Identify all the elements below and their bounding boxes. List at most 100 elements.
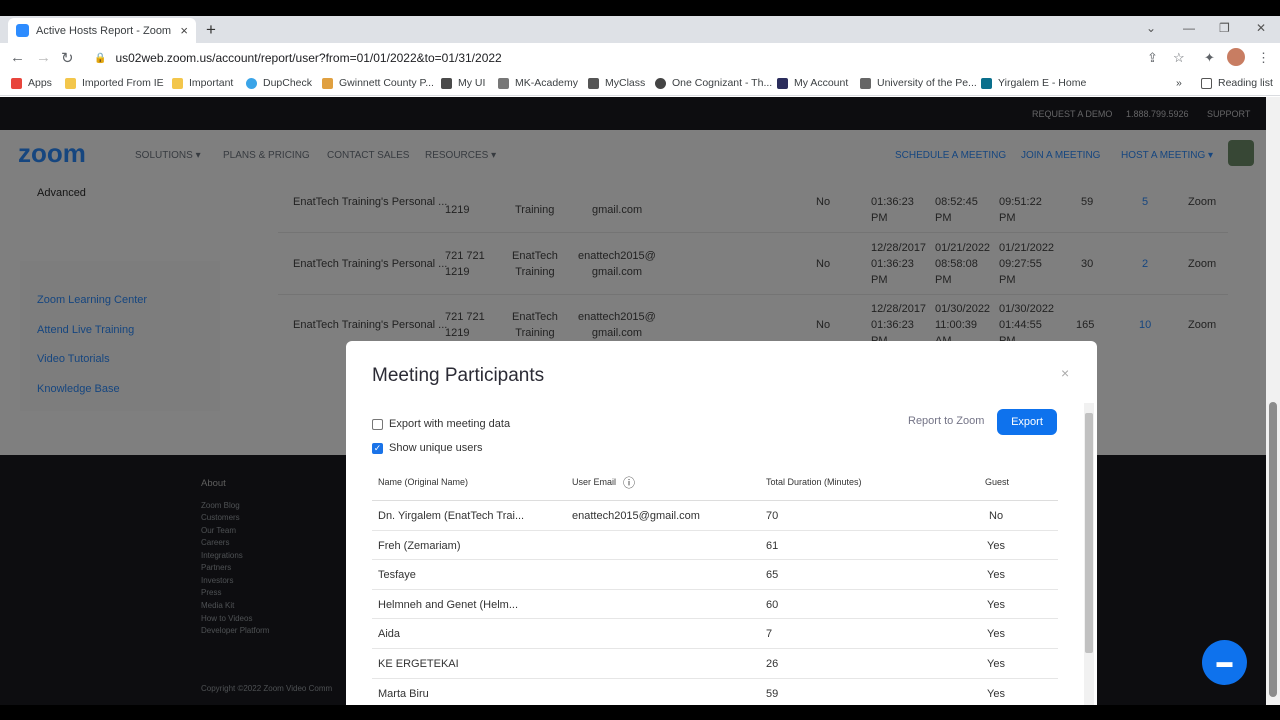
participant-name: Helmneh and Genet (Helm...	[378, 598, 519, 611]
reading-list-icon	[1201, 77, 1212, 89]
participant-name: Tesfaye	[378, 569, 416, 582]
tab-search-icon[interactable]: ⌄	[1146, 21, 1156, 35]
extensions-icon[interactable]: ✦	[1204, 50, 1215, 66]
col-name[interactable]: Name (Original Name)	[378, 477, 468, 487]
table-row: Tesfaye 65 Yes	[372, 560, 1058, 590]
reload-icon[interactable]: ↻	[61, 49, 74, 67]
bookmark-item[interactable]: Important	[172, 77, 233, 89]
url-text: us02web.zoom.us/account/report/user?from…	[115, 51, 502, 65]
participant-guest: No	[989, 510, 1004, 522]
folder-icon	[65, 77, 76, 89]
info-icon[interactable]: ⓘ	[623, 474, 635, 491]
page-scrollbar-thumb[interactable]	[1269, 402, 1277, 697]
table-row: Marta Biru 59 Yes	[372, 679, 1058, 705]
tab-title: Active Hosts Report - Zoom	[36, 24, 172, 37]
bookmark-item[interactable]: Yirgalem E - Home	[981, 77, 1086, 89]
participant-email: enattech2015@gmail.com	[572, 510, 700, 522]
apps-grid-icon	[11, 77, 22, 89]
bookmark-item[interactable]: Gwinnett County P...	[322, 77, 434, 89]
checkbox-unchecked[interactable]	[372, 418, 383, 430]
site-icon	[981, 77, 992, 89]
participant-name: Aida	[378, 628, 401, 641]
participant-guest: Yes	[987, 598, 1005, 611]
participant-duration: 26	[766, 658, 779, 670]
site-icon	[441, 77, 452, 89]
share-icon[interactable]: ⇪	[1147, 50, 1158, 66]
participant-name: Dn. Yirgalem (EnatTech Trai...	[378, 510, 525, 522]
bookmark-item[interactable]: MK-Academy	[498, 77, 578, 89]
tab-active-hosts-report[interactable]: Active Hosts Report - Zoom ×	[8, 18, 196, 43]
bookmark-item[interactable]: One Cognizant - Th...	[655, 77, 772, 89]
site-icon	[498, 77, 509, 89]
col-guest[interactable]: Guest	[985, 477, 1009, 487]
restore-icon[interactable]: ❐	[1219, 21, 1230, 35]
table-row: KE ERGETEKAI 26 Yes	[372, 649, 1058, 679]
close-icon[interactable]: ×	[1061, 365, 1069, 381]
participant-guest: Yes	[987, 628, 1005, 641]
page-scrollbar[interactable]	[1266, 97, 1280, 705]
bookmark-item[interactable]: Apps	[11, 77, 52, 89]
bookmark-item[interactable]: Imported From IE	[65, 77, 164, 89]
address-bar: ← → ↻ 🔒 us02web.zoom.us/account/report/u…	[0, 43, 1280, 72]
participant-guest: Yes	[987, 569, 1005, 582]
more-bookmarks-button[interactable]: »	[1176, 77, 1182, 89]
menu-icon[interactable]: ⋮	[1257, 50, 1270, 66]
site-icon	[777, 77, 788, 89]
report-to-zoom-link[interactable]: Report to Zoom	[908, 415, 984, 427]
site-icon	[322, 77, 333, 89]
export-with-meeting-checkbox[interactable]: Export with meeting data	[372, 418, 510, 430]
bookmark-star-icon[interactable]: ☆	[1173, 50, 1185, 66]
participant-duration: 61	[766, 539, 779, 552]
folder-icon	[172, 77, 183, 89]
export-button[interactable]: Export	[997, 409, 1057, 435]
profile-avatar[interactable]	[1227, 48, 1245, 66]
table-row: Aida 7 Yes	[372, 619, 1058, 649]
forward-icon[interactable]: →	[36, 49, 51, 66]
url-field[interactable]: 🔒 us02web.zoom.us/account/report/user?fr…	[88, 46, 1188, 70]
dialog-title: Meeting Participants	[372, 365, 545, 386]
chat-bubble-button[interactable]: ▬	[1202, 640, 1247, 685]
participant-guest: Yes	[987, 658, 1005, 670]
bookmark-item[interactable]: My Account	[777, 77, 848, 89]
back-icon[interactable]: ←	[10, 49, 25, 66]
table-row: Dn. Yirgalem (EnatTech Trai... enattech2…	[372, 501, 1058, 531]
show-unique-users-checkbox[interactable]: ✓ Show unique users	[372, 442, 483, 454]
site-icon	[860, 77, 871, 89]
col-duration[interactable]: Total Duration (Minutes)	[766, 477, 862, 487]
dialog-scrollbar-thumb[interactable]	[1085, 413, 1093, 653]
participant-duration: 7	[766, 628, 773, 641]
meeting-participants-dialog: Meeting Participants × Export with meeti…	[346, 341, 1097, 705]
table-header: Name (Original Name) User Email ⓘ Total …	[372, 467, 1058, 501]
dialog-scrollbar[interactable]	[1084, 403, 1094, 705]
participant-guest: Yes	[987, 539, 1005, 552]
site-icon	[246, 77, 257, 89]
table-row: Freh (Zemariam) 61 Yes	[372, 531, 1058, 561]
checkbox-checked[interactable]: ✓	[372, 442, 383, 454]
reading-list-button[interactable]: Reading list	[1201, 77, 1273, 89]
minimize-icon[interactable]: —	[1183, 21, 1195, 35]
chat-icon: ▬	[1216, 653, 1233, 671]
participant-name: KE ERGETEKAI	[378, 658, 459, 670]
bookmark-item[interactable]: MyClass	[588, 77, 645, 89]
bookmark-item[interactable]: DupCheck	[246, 77, 312, 89]
col-email[interactable]: User Email	[572, 477, 616, 487]
bookmark-item[interactable]: My UI	[441, 77, 485, 89]
table-row: Helmneh and Genet (Helm... 60 Yes	[372, 590, 1058, 620]
participant-duration: 70	[766, 510, 779, 522]
window-close-icon[interactable]: ✕	[1256, 21, 1266, 35]
zoom-favicon-icon	[16, 24, 29, 37]
participant-name: Marta Biru	[378, 687, 429, 700]
tab-close-icon[interactable]: ×	[180, 23, 188, 38]
participant-duration: 59	[766, 687, 779, 700]
lock-icon: 🔒	[94, 52, 107, 64]
participant-guest: Yes	[987, 687, 1005, 700]
bookmarks-bar: Apps Imported From IE Important DupCheck…	[0, 72, 1280, 96]
participant-name: Freh (Zemariam)	[378, 539, 461, 552]
site-icon	[588, 77, 599, 89]
globe-icon	[655, 77, 666, 89]
tab-bar: Active Hosts Report - Zoom × + ⌄ — ❐ ✕	[0, 16, 1280, 43]
participant-duration: 60	[766, 598, 779, 611]
participant-duration: 65	[766, 569, 779, 582]
new-tab-button[interactable]: +	[206, 20, 216, 40]
bookmark-item[interactable]: University of the Pe...	[860, 77, 977, 89]
